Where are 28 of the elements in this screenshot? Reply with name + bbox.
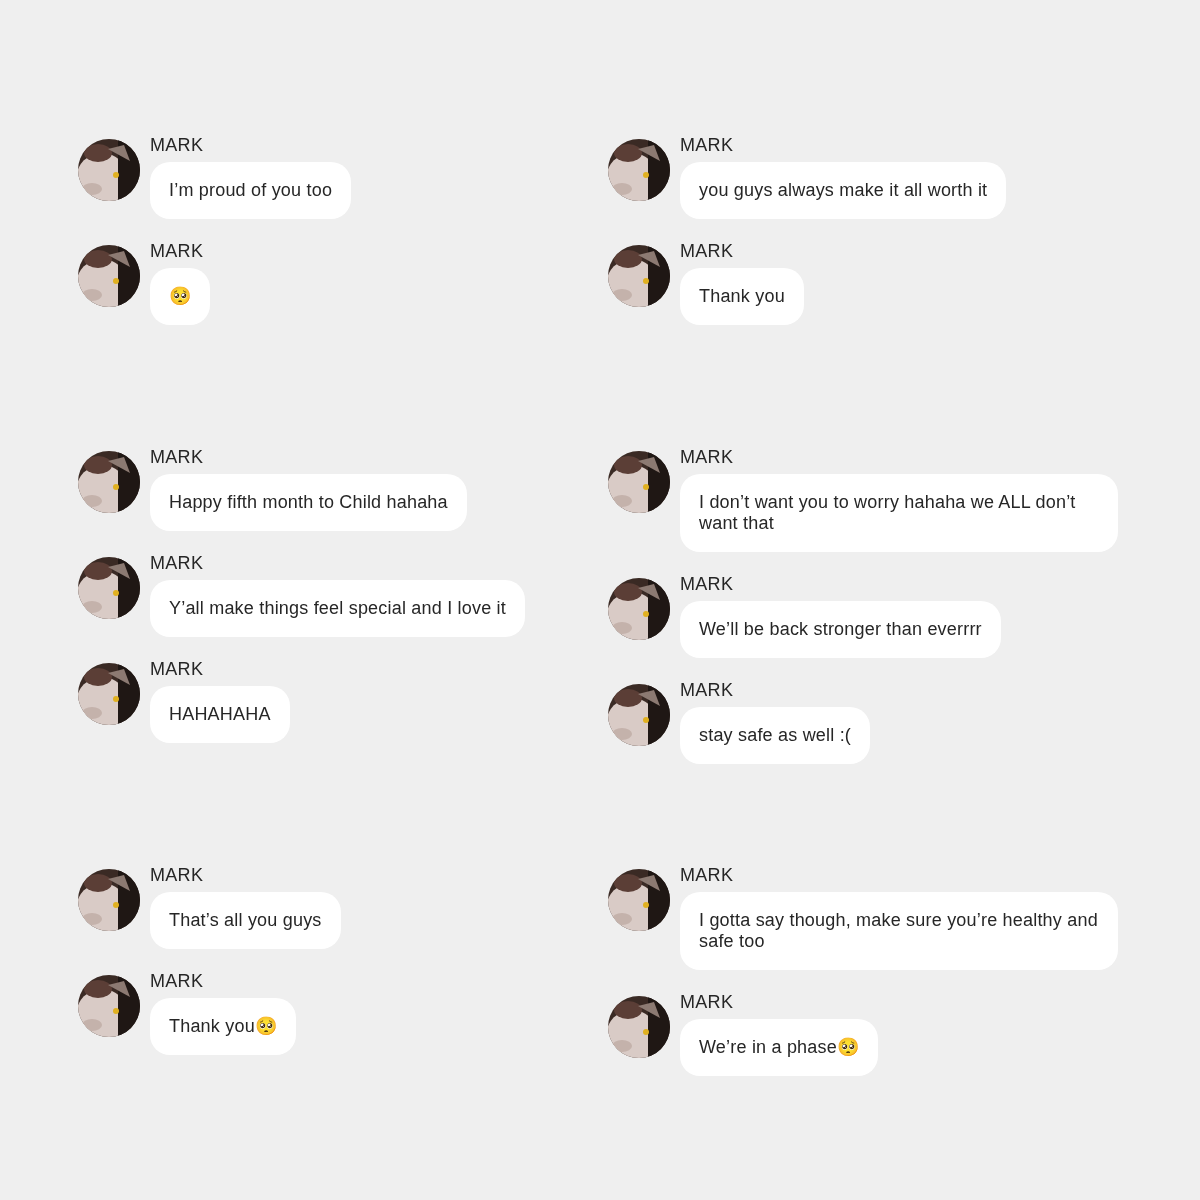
message-bubble: We’ll be back stronger than everrrr xyxy=(680,601,1001,658)
message-bubble: That’s all you guys xyxy=(150,892,341,949)
sender-name: MARK xyxy=(150,135,204,156)
message-bubble: you guys always make it all worth it xyxy=(680,162,1007,219)
sender-name: MARK xyxy=(150,659,204,680)
sender-name: MARK xyxy=(680,447,734,468)
message-bubble: HAHAHAHA xyxy=(150,686,290,743)
message-bubble: stay safe as well :( xyxy=(680,707,871,764)
sender-name: MARK xyxy=(680,135,734,156)
message-bubble: Thank you🥺 xyxy=(150,998,297,1055)
message-bubble: Thank you xyxy=(680,268,804,325)
message-bubble: Happy fifth month to Child hahaha xyxy=(150,474,467,531)
sender-name: MARK xyxy=(680,241,734,262)
message-bubble: I’m proud of you too xyxy=(150,162,352,219)
message-bubble: 🥺 xyxy=(150,268,211,325)
sender-name: MARK xyxy=(680,992,734,1013)
sender-name: MARK xyxy=(680,865,734,886)
sender-name: MARK xyxy=(150,553,204,574)
sender-name: MARK xyxy=(680,680,734,701)
message-bubble: I gotta say though, make sure you’re healthy and safe too xyxy=(680,892,1118,970)
message-bubble: I don’t want you to worry hahaha we ALL don’t want that xyxy=(680,474,1118,552)
sender-name: MARK xyxy=(150,865,204,886)
sender-name: MARK xyxy=(150,447,204,468)
sender-name: MARK xyxy=(150,971,204,992)
message-bubble: Y’all make things feel special and I love it xyxy=(150,580,525,637)
sender-name: MARK xyxy=(150,241,204,262)
message-bubble: We’re in a phase🥺 xyxy=(680,1019,879,1076)
sender-name: MARK xyxy=(680,574,734,595)
